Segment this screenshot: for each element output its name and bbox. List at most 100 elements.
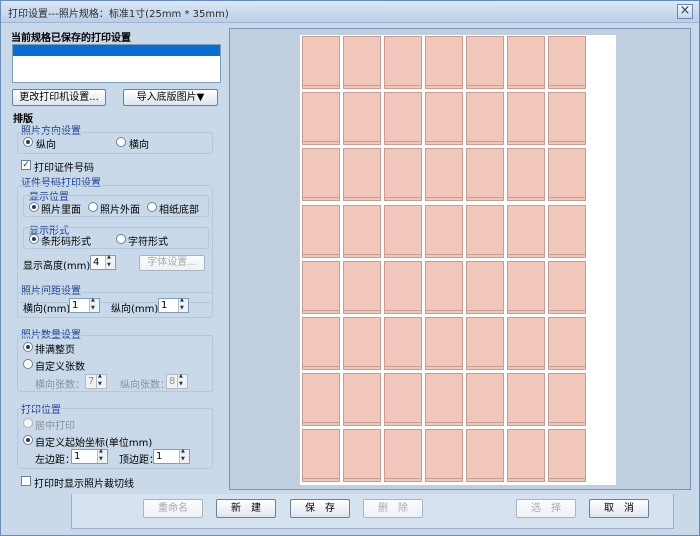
photo-cell [548, 148, 586, 202]
photo-cell [425, 148, 463, 202]
photo-cell [548, 373, 586, 427]
rename-button[interactable]: 重命名 [143, 499, 203, 518]
paper-sheet [300, 35, 616, 485]
photo-cell [507, 92, 545, 146]
photo-cell [425, 92, 463, 146]
horizontal-count-arrows[interactable] [96, 373, 106, 388]
photo-cell [425, 373, 463, 427]
fill-page-label: 排满整页 [35, 345, 75, 356]
photo-cell [343, 260, 381, 314]
horizontal-count-stepper[interactable]: 7 [85, 373, 107, 389]
photo-cell [507, 317, 545, 370]
photo-cell [384, 148, 422, 202]
delete-button[interactable]: 删 除 [363, 499, 423, 518]
vertical-count-label: 纵向张数： [120, 380, 170, 391]
saved-settings-list[interactable] [12, 44, 221, 83]
barcode-form-radio[interactable] [29, 234, 39, 244]
position-bottom-radio[interactable] [147, 202, 157, 212]
save-button[interactable]: 保 存 [290, 499, 350, 518]
custom-origin-radio[interactable] [23, 435, 33, 445]
portrait-radio[interactable] [23, 137, 33, 147]
select-button[interactable]: 选 择 [516, 499, 576, 518]
saved-settings-selected-item[interactable] [13, 45, 220, 56]
photo-cell [302, 148, 340, 202]
photo-cell [548, 204, 586, 258]
horizontal-spacing-stepper[interactable]: 1 [69, 297, 100, 313]
photo-cell [343, 204, 381, 258]
vertical-count-arrows[interactable] [177, 373, 187, 388]
horizontal-spacing-arrows[interactable] [89, 297, 99, 312]
photo-cell [425, 317, 463, 370]
photo-cell [548, 92, 586, 146]
position-outside-radio[interactable] [88, 202, 98, 212]
new-button[interactable]: 新 建 [216, 499, 276, 518]
display-height-label: 显示高度(mm)： [23, 261, 101, 272]
custom-count-label: 自定义张数 [35, 362, 85, 373]
center-print-label: 居中打印 [35, 421, 75, 432]
change-printer-button[interactable]: 更改打印机设置... [12, 89, 106, 106]
portrait-label: 纵向 [36, 140, 56, 151]
settings-panel: 当前规格已保存的打印设置 更改打印机设置... 导入底版图片▼ 排版 照片方向设… [9, 28, 221, 490]
text-form-radio[interactable] [116, 234, 126, 244]
photo-cell [548, 317, 586, 370]
position-inside-label: 照片里面 [41, 205, 81, 216]
photo-cell [466, 204, 504, 258]
font-settings-button[interactable]: 字体设置... [139, 255, 205, 271]
display-height-stepper[interactable]: 4 [90, 254, 116, 270]
photo-cell [343, 36, 381, 89]
photo-cell [384, 260, 422, 314]
custom-count-radio[interactable] [23, 359, 33, 369]
barcode-form-label: 条形码形式 [41, 237, 91, 248]
photo-cell [343, 373, 381, 427]
landscape-radio[interactable] [116, 137, 126, 147]
photo-cell [507, 148, 545, 202]
horizontal-count-label: 横向张数： [35, 380, 85, 391]
window-title: 打印设置---照片规格：标准1寸(25mm * 35mm) [8, 9, 229, 20]
photo-cell [425, 36, 463, 89]
photo-cell [343, 429, 381, 483]
photo-cell [384, 373, 422, 427]
import-background-button[interactable]: 导入底版图片▼ [123, 89, 218, 106]
vertical-spacing-stepper[interactable]: 1 [158, 297, 189, 313]
photo-cell [343, 317, 381, 370]
photo-cell [302, 204, 340, 258]
photo-cell [302, 317, 340, 370]
title-bar[interactable]: 打印设置---照片规格：标准1寸(25mm * 35mm) × [1, 1, 699, 23]
photo-cell [466, 92, 504, 146]
left-margin-label: 左边距： [35, 455, 75, 466]
photo-cell [548, 36, 586, 89]
action-bar: 重命名 新 建 保 存 删 除 选 择 取 消 [71, 494, 674, 529]
photo-cell [343, 92, 381, 146]
photo-cell [466, 260, 504, 314]
fill-page-radio[interactable] [23, 342, 33, 352]
close-button[interactable]: × [677, 4, 693, 19]
show-cut-lines-label: 打印时显示照片裁切线 [34, 479, 134, 490]
landscape-label: 横向 [129, 140, 149, 151]
photo-cell [507, 373, 545, 427]
photo-cell [302, 260, 340, 314]
photo-cell [384, 36, 422, 89]
photo-cell [302, 373, 340, 427]
photo-cell [384, 317, 422, 370]
left-margin-arrows[interactable] [97, 448, 107, 463]
photo-cell [425, 260, 463, 314]
text-form-label: 字符形式 [128, 237, 168, 248]
vertical-count-stepper[interactable]: 8 [166, 373, 188, 389]
print-settings-dialog: 打印设置---照片规格：标准1寸(25mm * 35mm) × 当前规格已保存的… [0, 0, 700, 536]
show-cut-lines-checkbox[interactable] [21, 476, 31, 486]
photo-cell [343, 148, 381, 202]
cancel-button[interactable]: 取 消 [589, 499, 649, 518]
position-inside-radio[interactable] [29, 202, 39, 212]
center-print-radio[interactable] [23, 418, 33, 428]
left-margin-stepper[interactable]: 1 [71, 448, 108, 464]
photo-cell [466, 148, 504, 202]
top-margin-stepper[interactable]: 1 [153, 448, 190, 464]
photo-cell [466, 36, 504, 89]
display-height-arrows[interactable] [105, 254, 115, 269]
top-margin-arrows[interactable] [179, 448, 189, 463]
photo-cell [507, 36, 545, 89]
photo-cell [466, 373, 504, 427]
photo-cell [384, 429, 422, 483]
vertical-spacing-arrows[interactable] [178, 297, 188, 312]
print-id-checkbox[interactable]: ✓ [21, 160, 31, 170]
